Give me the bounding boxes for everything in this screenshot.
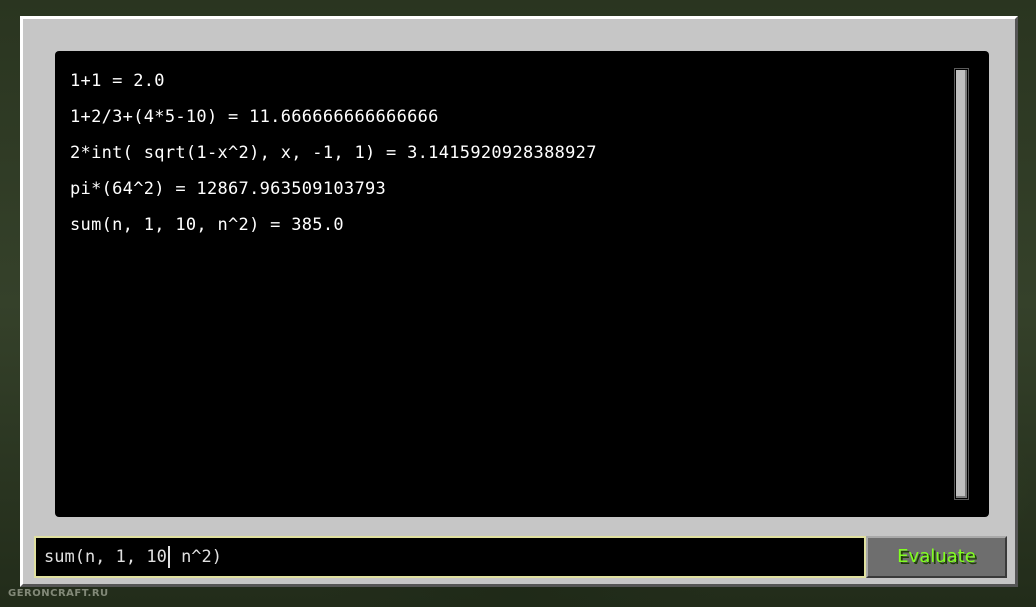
- output-line: 2*int( sqrt(1-x^2), x, -1, 1) = 3.141592…: [70, 143, 597, 163]
- output-scrollbar[interactable]: [954, 68, 969, 500]
- output-line: 1+2/3+(4*5-10) = 11.666666666666666: [70, 107, 439, 127]
- expression-input[interactable]: sum(n, 1, 10 n^2): [34, 536, 866, 578]
- output-line: pi*(64^2) = 12867.963509103793: [70, 179, 387, 199]
- output-console: 1+1 = 2.0 1+2/3+(4*5-10) = 11.6666666666…: [55, 51, 989, 517]
- watermark: GERONCRAFT.RU: [8, 588, 109, 599]
- text-caret: [167, 546, 170, 568]
- output-line: 1+1 = 2.0: [70, 71, 165, 91]
- output-line: sum(n, 1, 10, n^2) = 385.0: [70, 215, 344, 235]
- evaluate-button[interactable]: Evaluate: [866, 536, 1007, 578]
- input-text-after-caret: n^2): [170, 547, 223, 567]
- output-list: 1+1 = 2.0 1+2/3+(4*5-10) = 11.6666666666…: [70, 63, 597, 243]
- scrollbar-thumb[interactable]: [956, 70, 967, 498]
- calculator-window: 1+1 = 2.0 1+2/3+(4*5-10) = 11.6666666666…: [20, 16, 1018, 587]
- input-text-before-caret: sum(n, 1, 10: [44, 547, 167, 567]
